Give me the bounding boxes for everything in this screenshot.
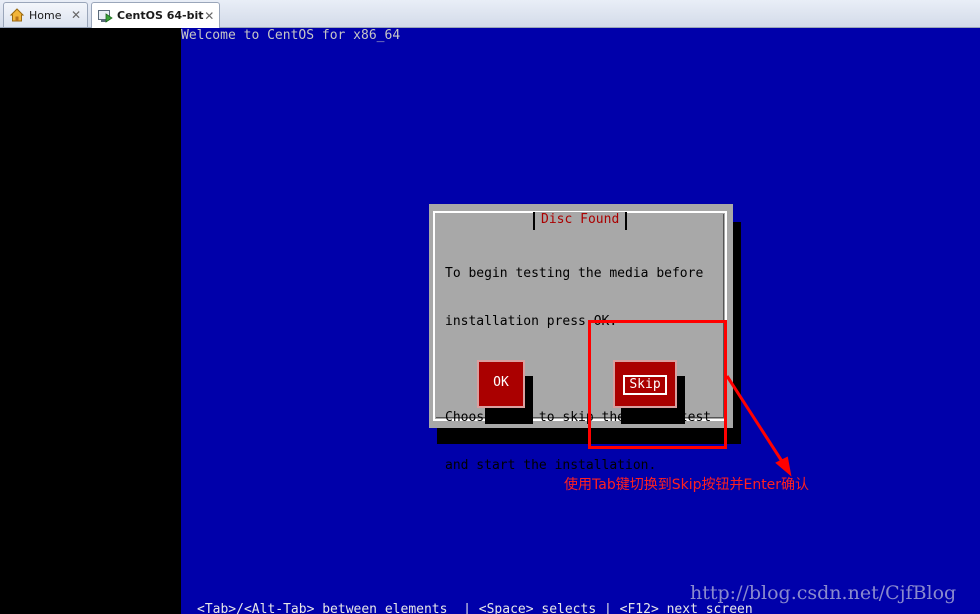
tab-centos-label: CentOS 64-bit [117, 9, 204, 22]
tab-bar: Home ✕ CentOS 64-bit ✕ [0, 0, 980, 28]
vm-console[interactable]: Welcome to CentOS for x86_64 Disc Found … [181, 28, 980, 614]
welcome-text: Welcome to CentOS for x86_64 [181, 28, 401, 43]
annotation-text: 使用Tab键切换到Skip按钮并Enter确认 [564, 477, 810, 493]
vm-icon [97, 8, 113, 24]
dialog-line: To begin testing the media before [445, 266, 704, 281]
watermark-text: http://blog.csdn.net/CjfBlog [690, 582, 957, 604]
dialog-line: and start the installation. [445, 458, 657, 473]
home-icon [9, 7, 25, 23]
tab-centos[interactable]: CentOS 64-bit ✕ [91, 2, 220, 28]
close-icon[interactable]: ✕ [69, 8, 83, 22]
tab-home[interactable]: Home ✕ [3, 2, 88, 27]
ok-button-label: OK [493, 375, 509, 390]
left-black-pane [0, 28, 181, 614]
close-icon[interactable]: ✕ [204, 9, 215, 23]
dialog-title: Disc Found [533, 212, 628, 230]
ok-button[interactable]: OK [477, 360, 525, 408]
annotation-highlight-box [588, 320, 727, 449]
tab-home-label: Home [29, 8, 62, 22]
